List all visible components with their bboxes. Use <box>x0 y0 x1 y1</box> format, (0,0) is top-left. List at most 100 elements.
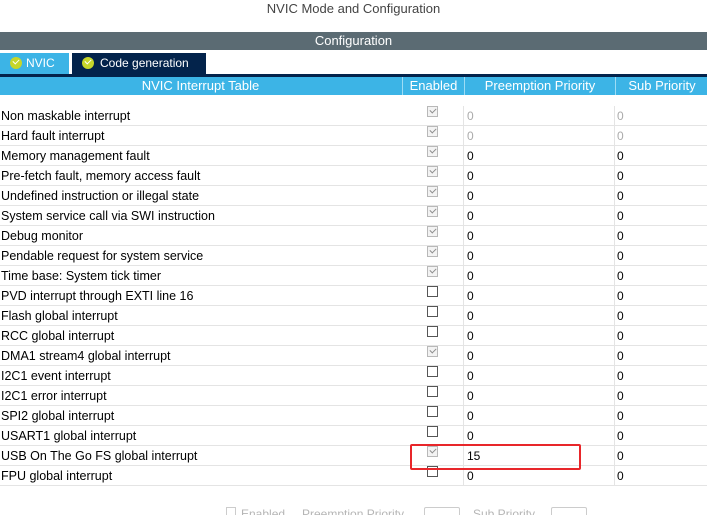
column-divider <box>463 126 464 145</box>
table-row[interactable]: Undefined instruction or illegal state 0 0 <box>0 186 707 206</box>
sub-priority-value[interactable]: 0 <box>617 246 624 266</box>
column-divider <box>614 166 615 185</box>
footer-preemption-select[interactable] <box>424 507 460 515</box>
table-row[interactable]: Pre-fetch fault, memory access fault 0 0 <box>0 166 707 186</box>
table-row[interactable]: Time base: System tick timer 0 0 <box>0 266 707 286</box>
column-divider <box>463 306 464 325</box>
interrupt-name: I2C1 event interrupt <box>1 369 111 383</box>
tab-code-generation[interactable]: Code generation <box>72 53 206 74</box>
preemption-priority-value[interactable]: 0 <box>467 366 474 386</box>
column-divider <box>463 426 464 445</box>
column-divider <box>614 106 615 125</box>
column-divider <box>463 366 464 385</box>
preemption-priority-value[interactable]: 0 <box>467 166 474 186</box>
sub-priority-value[interactable]: 0 <box>617 406 624 426</box>
sub-priority-value[interactable]: 0 <box>617 266 624 286</box>
preemption-priority-value[interactable]: 0 <box>467 286 474 306</box>
enabled-checkbox[interactable] <box>427 366 438 377</box>
preemption-priority-value[interactable]: 0 <box>467 246 474 266</box>
sub-priority-value[interactable]: 0 <box>617 466 624 486</box>
enabled-checkbox[interactable] <box>427 186 438 197</box>
preemption-priority-value[interactable]: 0 <box>467 426 474 446</box>
table-row[interactable]: SPI2 global interrupt 0 0 <box>0 406 707 426</box>
enabled-checkbox[interactable] <box>427 246 438 257</box>
enabled-checkbox[interactable] <box>427 286 438 297</box>
sub-priority-value[interactable]: 0 <box>617 226 624 246</box>
table-row[interactable]: Non maskable interrupt 0 0 <box>0 106 707 126</box>
table-row[interactable]: Debug monitor 0 0 <box>0 226 707 246</box>
sub-priority-value[interactable]: 0 <box>617 386 624 406</box>
sub-priority-value[interactable]: 0 <box>617 346 624 366</box>
enabled-checkbox[interactable] <box>427 146 438 157</box>
footer-enabled-checkbox[interactable] <box>226 507 236 515</box>
table-row[interactable]: Memory management fault 0 0 <box>0 146 707 166</box>
preemption-priority-value[interactable]: 0 <box>467 306 474 326</box>
sub-priority-value[interactable]: 0 <box>617 286 624 306</box>
enabled-checkbox[interactable] <box>427 346 438 357</box>
sub-priority-value[interactable]: 0 <box>617 206 624 226</box>
sub-priority-value[interactable]: 0 <box>617 146 624 166</box>
preemption-priority-value[interactable]: 0 <box>467 186 474 206</box>
interrupt-name: Pendable request for system service <box>1 249 204 263</box>
footer-sub-select[interactable] <box>551 507 587 515</box>
enabled-checkbox[interactable] <box>427 266 438 277</box>
enabled-checkbox[interactable] <box>427 106 438 117</box>
table-row[interactable]: RCC global interrupt 0 0 <box>0 326 707 346</box>
enabled-checkbox[interactable] <box>427 386 438 397</box>
column-header-interrupt-table[interactable]: NVIC Interrupt Table <box>0 77 401 95</box>
preemption-priority-value[interactable]: 0 <box>467 206 474 226</box>
column-divider <box>463 406 464 425</box>
enabled-checkbox[interactable] <box>427 126 438 137</box>
sub-priority-value[interactable]: 0 <box>617 326 624 346</box>
sub-priority-value[interactable]: 0 <box>617 186 624 206</box>
sub-priority-value[interactable]: 0 <box>617 446 624 466</box>
enabled-checkbox[interactable] <box>427 166 438 177</box>
column-divider <box>614 466 615 485</box>
sub-priority-value[interactable]: 0 <box>617 366 624 386</box>
preemption-priority-value[interactable]: 0 <box>467 326 474 346</box>
table-row[interactable]: USART1 global interrupt 0 0 <box>0 426 707 446</box>
enabled-checkbox[interactable] <box>427 306 438 317</box>
interrupt-name: USART1 global interrupt <box>1 429 137 443</box>
enabled-checkbox[interactable] <box>427 326 438 337</box>
enabled-checkbox[interactable] <box>427 206 438 217</box>
sub-priority-value[interactable]: 0 <box>617 426 624 446</box>
preemption-priority-value[interactable]: 0 <box>467 406 474 426</box>
sub-priority-value[interactable]: 0 <box>617 106 624 126</box>
preemption-priority-value[interactable]: 0 <box>467 146 474 166</box>
table-row[interactable]: FPU global interrupt 0 0 <box>0 466 707 486</box>
tab-nvic-label: NVIC <box>26 56 55 70</box>
interrupt-name: PVD interrupt through EXTI line 16 <box>1 289 194 303</box>
column-header-enabled[interactable]: Enabled <box>402 77 464 95</box>
table-row[interactable]: DMA1 stream4 global interrupt 0 0 <box>0 346 707 366</box>
table-row[interactable]: Hard fault interrupt 0 0 <box>0 126 707 146</box>
interrupt-name: SPI2 global interrupt <box>1 409 115 423</box>
preemption-priority-value[interactable]: 0 <box>467 126 474 146</box>
sub-priority-value[interactable]: 0 <box>617 306 624 326</box>
column-divider <box>463 186 464 205</box>
table-row[interactable]: I2C1 error interrupt 0 0 <box>0 386 707 406</box>
table-row[interactable]: PVD interrupt through EXTI line 16 0 0 <box>0 286 707 306</box>
preemption-priority-value[interactable]: 0 <box>467 346 474 366</box>
preemption-priority-value[interactable]: 0 <box>467 266 474 286</box>
preemption-priority-value[interactable]: 0 <box>467 386 474 406</box>
column-divider <box>463 106 464 125</box>
sub-priority-value[interactable]: 0 <box>617 166 624 186</box>
footer-controls: Enabled Preemption Priority Sub Priority <box>0 505 707 515</box>
table-row[interactable]: Pendable request for system service 0 0 <box>0 246 707 266</box>
enabled-checkbox[interactable] <box>427 406 438 417</box>
column-header-sub-priority[interactable]: Sub Priority <box>615 77 707 95</box>
table-row[interactable]: System service call via SWI instruction 0… <box>0 206 707 226</box>
enabled-checkbox[interactable] <box>427 226 438 237</box>
column-divider <box>463 386 464 405</box>
column-header-preemption-priority[interactable]: Preemption Priority <box>464 77 615 95</box>
table-row[interactable]: USB On The Go FS global interrupt 15 0 <box>0 446 707 466</box>
preemption-priority-value[interactable]: 0 <box>467 226 474 246</box>
tab-nvic[interactable]: NVIC <box>0 53 69 74</box>
interrupt-name: Pre-fetch fault, memory access fault <box>1 169 201 183</box>
table-row[interactable]: I2C1 event interrupt 0 0 <box>0 366 707 386</box>
table-row[interactable]: Flash global interrupt 0 0 <box>0 306 707 326</box>
sub-priority-value[interactable]: 0 <box>617 126 624 146</box>
enabled-checkbox[interactable] <box>427 426 438 437</box>
preemption-priority-value[interactable]: 0 <box>467 106 474 126</box>
